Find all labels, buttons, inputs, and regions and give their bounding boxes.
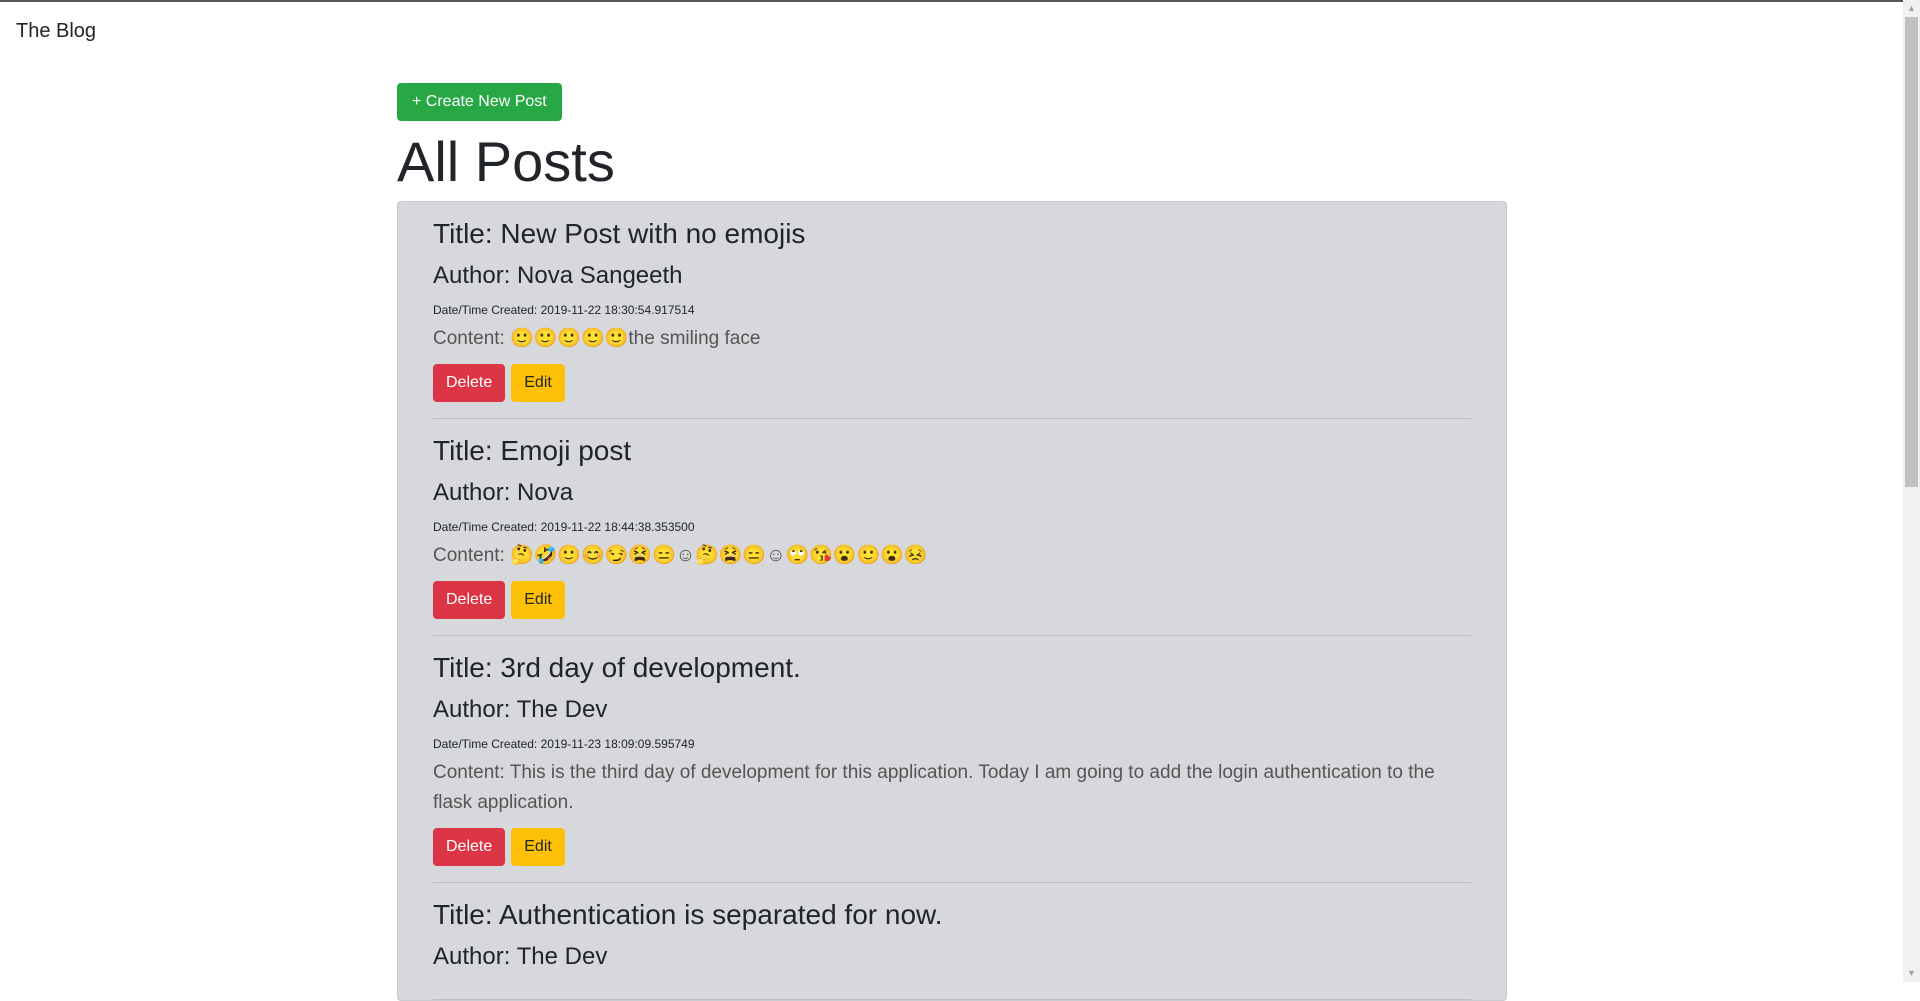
page-title: All Posts: [397, 130, 615, 193]
post-content: Content: 🤔🤣🙂😊😏😫😑☺🤔😫😑☺🙄😘😮🙂😮😣: [433, 545, 928, 566]
delete-button[interactable]: Delete: [433, 828, 506, 866]
edit-button[interactable]: Edit: [511, 364, 565, 402]
post-date: Date/Time Created: 2019-11-22 18:30:54.9…: [433, 303, 695, 317]
post-title: Title: New Post with no emojis: [433, 218, 806, 249]
post-date: Date/Time Created: 2019-11-23 18:09:09.5…: [433, 737, 695, 751]
post-item: Title: New Post with no emojis Author: N…: [433, 218, 1471, 419]
vertical-scrollbar[interactable]: ▲ ▼: [1903, 0, 1920, 982]
edit-button[interactable]: Edit: [511, 828, 565, 866]
delete-button[interactable]: Delete: [433, 581, 506, 619]
post-actions: Delete Edit: [433, 581, 1471, 619]
post-content: Content: This is the third day of develo…: [433, 762, 1435, 813]
post-author: Author: Nova Sangeeth: [433, 262, 683, 289]
scroll-down-arrow-icon[interactable]: ▼: [1903, 965, 1920, 982]
post-title: Title: Authentication is separated for n…: [433, 899, 943, 930]
post-title: Title: 3rd day of development.: [433, 652, 801, 683]
scroll-up-arrow-icon[interactable]: ▲: [1903, 0, 1920, 17]
post-content: Content: 🙂🙂🙂🙂🙂the smiling face: [433, 328, 761, 349]
post-actions: Delete Edit: [433, 828, 1471, 866]
main-container: + Create New Post All Posts Title: New P…: [397, 83, 1507, 1001]
create-new-post-button[interactable]: + Create New Post: [397, 83, 562, 121]
post-author: Author: The Dev: [433, 696, 608, 723]
navbar-brand[interactable]: The Blog: [16, 20, 96, 43]
post-author: Author: The Dev: [433, 943, 608, 970]
post-item: Title: 3rd day of development. Author: T…: [433, 652, 1471, 883]
post-title: Title: Emoji post: [433, 435, 632, 466]
posts-card: Title: New Post with no emojis Author: N…: [397, 201, 1507, 1001]
post-actions: Delete Edit: [433, 364, 1471, 402]
post-date: Date/Time Created: 2019-11-22 18:44:38.3…: [433, 520, 695, 534]
post-item: Title: Authentication is separated for n…: [433, 899, 1471, 1000]
scrollbar-thumb[interactable]: [1905, 17, 1918, 487]
post-author: Author: Nova: [433, 479, 574, 506]
edit-button[interactable]: Edit: [511, 581, 565, 619]
window-top-border: [0, 0, 1920, 2]
delete-button[interactable]: Delete: [433, 364, 506, 402]
post-item: Title: Emoji post Author: Nova Date/Time…: [433, 435, 1471, 636]
